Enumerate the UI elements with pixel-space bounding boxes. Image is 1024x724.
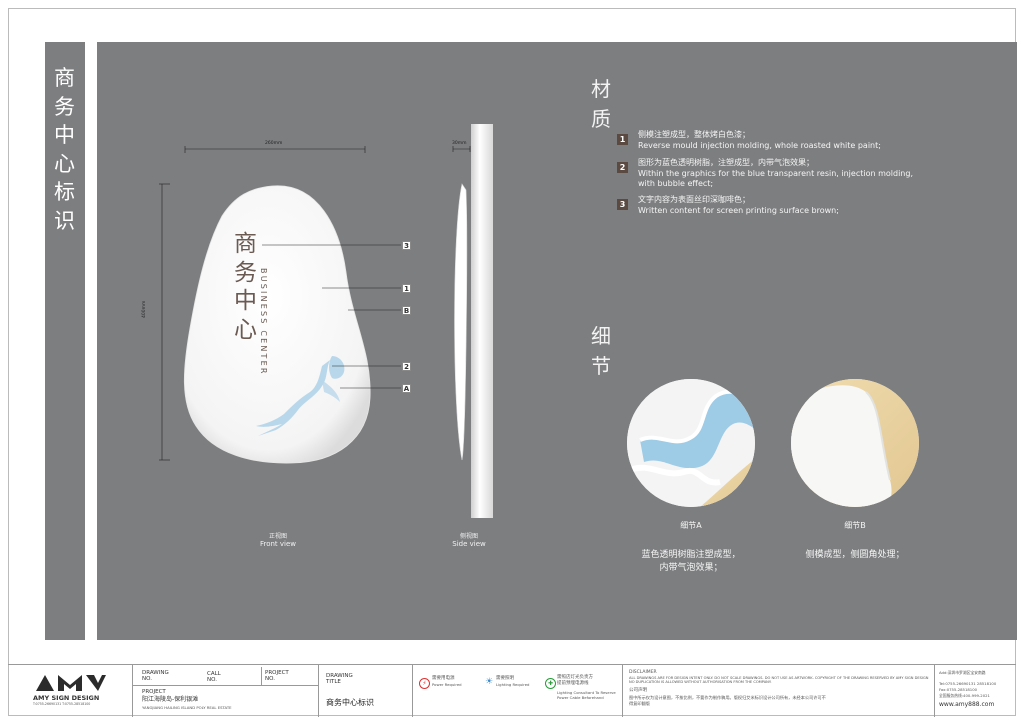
- disclaimer-cell: DISCLAIMER ALL DRAWINGS ARE FOR DESIGN I…: [622, 665, 938, 717]
- detail-b-description: 侧模成型，侧圆角处理；: [765, 549, 945, 562]
- detail-a-desc-line2: 内带气泡效果；: [659, 563, 723, 573]
- consultant-cn-line2: 提前预埋电源线: [557, 681, 589, 686]
- power-required-en: Power Required: [432, 682, 462, 687]
- consultant-en-line2: Power Cable Beforehand: [557, 695, 604, 700]
- material-3-text: 文字内容为表面丝印深咖啡色； Written content for scree…: [638, 195, 938, 216]
- disclaimer-text: ALL DRAWINGS ARE FOR DESIGN INTENT ONLY.…: [629, 676, 929, 685]
- height-dimension-label: 400mm: [142, 300, 147, 318]
- lighting-icon: ☀: [485, 677, 494, 687]
- width-dimension-label: 260mm: [265, 141, 283, 146]
- lighting-required-en: Lighting Required: [496, 682, 530, 687]
- drawing-title-label: DRAWING TITLE: [326, 673, 353, 685]
- project-no-label: PROJECT NO.: [265, 670, 289, 682]
- contact-hotline: 全国服务热线:400-999-2021: [939, 693, 990, 698]
- project-cell: DRAWING NO. CALL NO. PROJECT NO. PROJECT…: [132, 665, 319, 717]
- disclaimer-cn-label: 公司声明: [629, 688, 647, 693]
- material-3-number: 3: [617, 199, 628, 210]
- side-view-caption-cn: 侧视图: [459, 533, 478, 540]
- drawing-no-label: DRAWING NO.: [142, 670, 169, 682]
- detail-a-desc-line1: 蓝色透明树脂注塑成型，: [641, 550, 741, 560]
- material-1-en: Reverse mould injection molding, whole r…: [638, 140, 881, 150]
- project-name-cn: 阳江海陵岛-保利银滩: [142, 696, 199, 703]
- material-3-cn: 文字内容为表面丝印深咖啡色；: [638, 195, 750, 204]
- materials-heading-char: 质: [591, 107, 611, 131]
- amy-logo-mark: [36, 675, 106, 691]
- detail-b-desc-line1: 侧模成型，侧圆角处理；: [805, 550, 905, 560]
- material-1-cn: 侧模注塑成型，整体烤白色漆；: [638, 130, 750, 139]
- company-logo: [36, 675, 106, 695]
- cable-icon: ✚: [545, 678, 556, 689]
- details-heading-char: 细: [591, 324, 611, 348]
- callout-3: 3: [402, 241, 411, 250]
- contact-cell: Add:深圳市罗湖区宝安南路 Tel:0755-26690131 2851810…: [934, 665, 1016, 717]
- sign-en-text: BUSINESS CENTER: [259, 268, 268, 376]
- sign-cn-char: 商: [234, 231, 257, 257]
- material-2-en2: with bubble effect;: [638, 179, 714, 188]
- material-2-number: 2: [617, 162, 628, 173]
- front-view-caption-cn: 正视图: [268, 533, 287, 540]
- project-name-en: YANGJIANG HAILING ISLAND POLY REAL ESTAT…: [142, 705, 232, 710]
- front-view-caption-en: Front view: [259, 540, 297, 548]
- width-dimension: [184, 146, 366, 153]
- detail-b-label: 细节B: [844, 521, 866, 530]
- material-2-cn: 图形为蓝色透明树脂，注塑成型，内带气泡效果；: [638, 158, 814, 167]
- company-website[interactable]: www.amy888.com: [939, 702, 994, 708]
- detail-a-description: 蓝色透明树脂注塑成型， 内带气泡效果；: [601, 549, 781, 575]
- material-2-en: Within the graphics for the blue transpa…: [638, 168, 913, 178]
- callout-a: A: [402, 384, 411, 393]
- details-heading: 细 节: [591, 321, 615, 381]
- power-icon: ⚡: [419, 678, 430, 689]
- details-heading-char: 节: [591, 354, 611, 378]
- material-3-en: Written content for screen printing surf…: [638, 205, 839, 215]
- material-1-number: 1: [617, 134, 628, 145]
- material-2-text: 图形为蓝色透明树脂，注塑成型，内带气泡效果； Within the graphi…: [638, 158, 938, 190]
- callout-1: 1: [402, 284, 411, 293]
- callout-2: 2: [402, 362, 411, 371]
- material-1-text: 侧模注塑成型，整体烤白色漆； Reverse mould injection m…: [638, 130, 938, 151]
- detail-a-label: 细节A: [680, 521, 702, 530]
- detail-b-image: [791, 379, 919, 507]
- callout-b: B: [402, 306, 411, 315]
- drawing-title-value: 商务中心标识: [326, 698, 374, 707]
- materials-heading-char: 材: [591, 77, 611, 101]
- disclaimer-cn-text: 图中所示仅为设计意图，不按比例，不要作为制作稿用。版权归艾米标识设计公司所有，未…: [629, 695, 826, 706]
- company-name: AMY SIGN DESIGN: [33, 694, 100, 702]
- project-label: PROJECT: [142, 689, 166, 695]
- drawing-title-cell: DRAWING TITLE 商务中心标识: [318, 665, 412, 717]
- call-no-label: CALL NO.: [207, 671, 221, 683]
- height-dimension: [159, 183, 170, 461]
- depth-dimension-label: 30mm: [452, 141, 467, 146]
- side-view-caption-en: Side view: [452, 540, 486, 548]
- detail-a-image: [627, 379, 755, 507]
- contact-address: Add:深圳市罗湖区宝安南路: [939, 670, 986, 675]
- requirements-cell: ⚡ 需要用电源 Power Required ☀ 需要照明 Lighting R…: [412, 665, 622, 717]
- materials-heading: 材 质: [591, 74, 615, 134]
- company-phone: T:0755-26690131 T:0755-28518100: [33, 702, 91, 706]
- title-block: AMY SIGN DESIGN T:0755-26690131 T:0755-2…: [8, 664, 1016, 717]
- side-view-drawing: [452, 124, 493, 518]
- drawing-artwork: [159, 124, 919, 518]
